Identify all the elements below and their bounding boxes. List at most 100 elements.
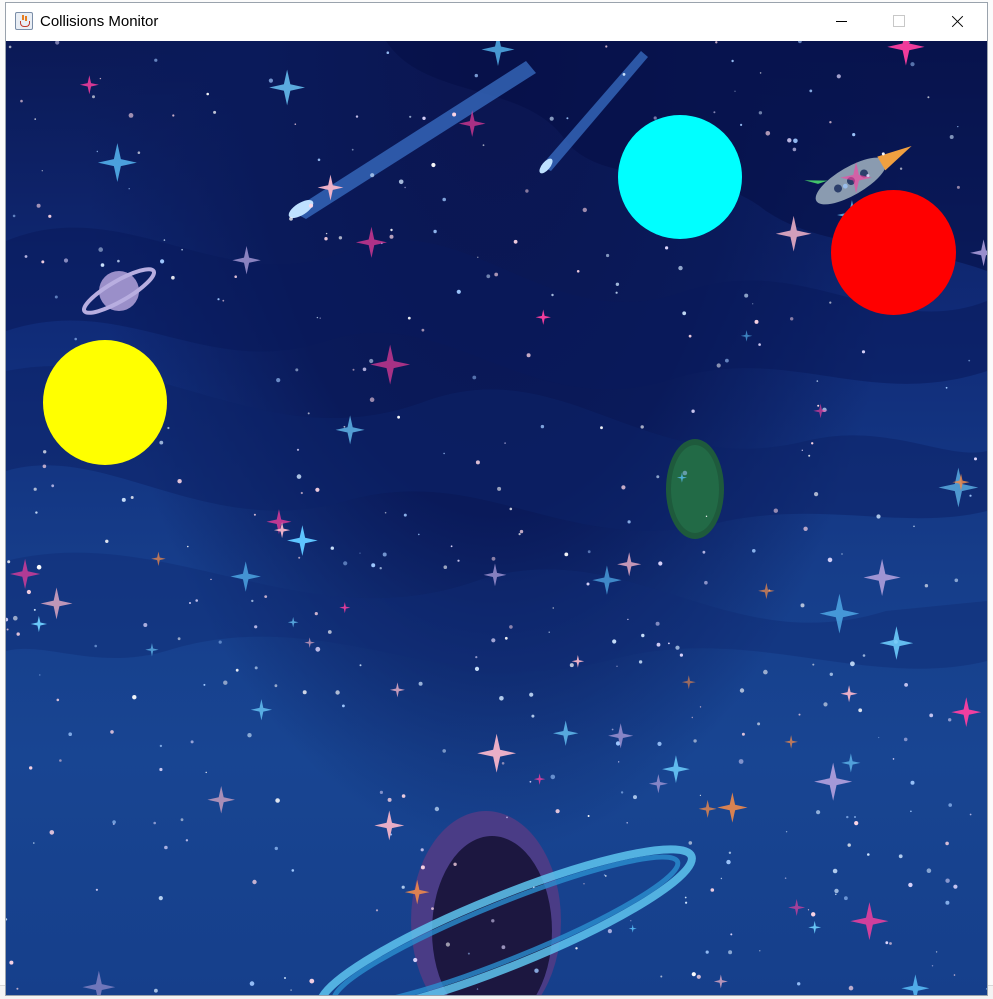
star [105, 539, 109, 543]
star [185, 839, 189, 842]
star [615, 282, 620, 286]
star [317, 158, 321, 162]
star [16, 987, 19, 990]
star [892, 758, 895, 760]
star [956, 185, 960, 189]
star [68, 732, 72, 736]
star [153, 821, 156, 825]
star [7, 560, 11, 564]
maximize-button[interactable] [870, 3, 928, 41]
star [885, 941, 889, 945]
star [181, 248, 183, 251]
star [491, 919, 495, 923]
simulation-canvas[interactable] [6, 41, 987, 995]
star [8, 45, 12, 49]
star [55, 41, 60, 45]
star [555, 809, 560, 814]
star [252, 879, 257, 885]
star [180, 818, 184, 822]
star [858, 708, 863, 713]
sparkle-star [717, 792, 748, 823]
sparkle-star [840, 685, 858, 703]
star [398, 179, 404, 185]
close-button[interactable] [928, 3, 986, 41]
star [298, 556, 301, 559]
star [160, 259, 165, 264]
star [569, 663, 574, 668]
star [296, 448, 300, 451]
star [359, 664, 362, 667]
star [397, 415, 400, 419]
star [792, 147, 797, 152]
title-bar[interactable]: Collisions Monitor [6, 3, 987, 41]
star [710, 888, 715, 892]
star [910, 810, 912, 813]
star [836, 74, 841, 79]
star [501, 762, 505, 765]
star [98, 247, 103, 252]
star [474, 666, 480, 672]
star [801, 449, 803, 451]
star [835, 893, 837, 896]
star [969, 494, 972, 497]
star [615, 291, 618, 294]
star [206, 92, 209, 96]
star [656, 475, 660, 479]
star [696, 974, 701, 979]
star [253, 513, 256, 516]
star [294, 123, 297, 125]
star [829, 301, 832, 304]
star [128, 188, 130, 190]
sparkle-star [250, 699, 273, 721]
minimize-button[interactable] [812, 3, 870, 41]
star [35, 511, 38, 514]
star [759, 950, 761, 952]
star [842, 183, 848, 189]
star [154, 988, 158, 993]
star [898, 854, 903, 859]
sparkle-star [477, 733, 517, 773]
sparkle-star [374, 810, 405, 841]
star [384, 511, 387, 514]
star [935, 951, 938, 953]
star [679, 653, 684, 657]
star [787, 138, 792, 143]
star [431, 162, 436, 168]
star [622, 73, 626, 76]
star [486, 274, 491, 279]
star [29, 766, 33, 770]
sparkle-star [850, 902, 889, 941]
star [741, 732, 745, 736]
star [606, 253, 610, 258]
star [387, 797, 392, 802]
star [803, 526, 808, 531]
star [355, 115, 359, 118]
star [413, 957, 418, 963]
star [807, 909, 810, 911]
star [275, 798, 280, 803]
star [841, 553, 843, 555]
star [382, 552, 387, 557]
star [56, 698, 60, 702]
star [128, 113, 134, 118]
star [475, 460, 480, 465]
star [249, 981, 255, 986]
star [550, 774, 556, 780]
star [295, 368, 299, 372]
star [552, 607, 554, 609]
java-app-icon[interactable] [15, 12, 33, 30]
star [889, 942, 892, 945]
star [300, 491, 303, 495]
star [734, 90, 736, 92]
star [434, 806, 440, 812]
star [575, 947, 578, 950]
star [389, 234, 394, 239]
star [757, 722, 761, 726]
star [409, 115, 412, 118]
star [945, 841, 949, 846]
star [693, 739, 697, 743]
star [848, 985, 854, 991]
star [159, 440, 164, 445]
star [529, 780, 532, 783]
star [276, 378, 281, 383]
